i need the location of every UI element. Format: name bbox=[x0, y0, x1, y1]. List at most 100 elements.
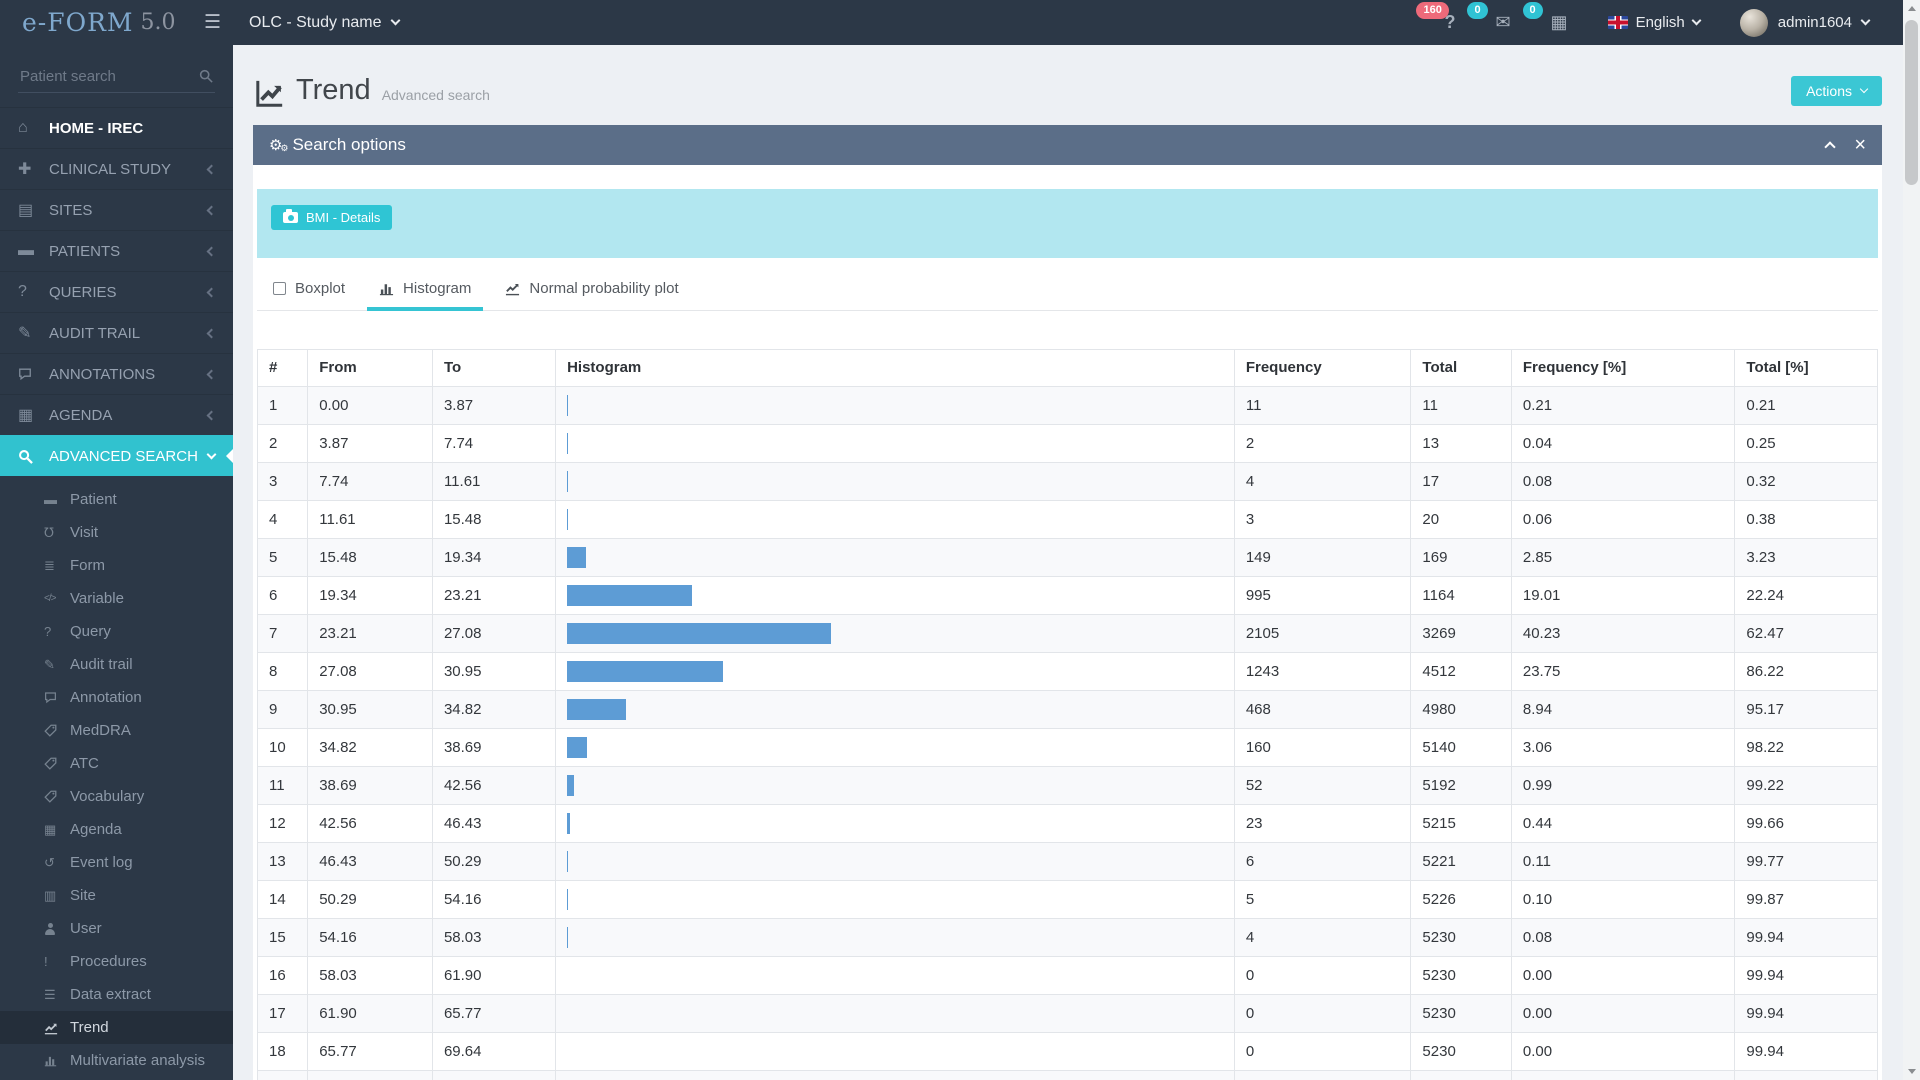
hamburger-menu-icon[interactable]: ☰ bbox=[204, 12, 221, 33]
language-selector[interactable]: English bbox=[1608, 14, 1700, 31]
sidebar-subitem-visit[interactable]: ℧Visit bbox=[0, 516, 233, 549]
table-cell: 0 bbox=[1234, 957, 1411, 995]
table-row: 1969.6473.51052300.0099.94 bbox=[258, 1071, 1878, 1080]
sidebar-subitem-annotation[interactable]: Annotation bbox=[0, 681, 233, 714]
table-cell: 1 bbox=[258, 387, 308, 425]
sidebar-subitem-label: User bbox=[70, 920, 102, 937]
histogram-bar-cell bbox=[556, 729, 1235, 767]
patient-search-input[interactable] bbox=[18, 61, 215, 93]
gears-icon: ⚙⚙ bbox=[269, 138, 282, 153]
table-row: 23.877.742130.040.25 bbox=[258, 425, 1878, 463]
multivariate-icon bbox=[44, 1054, 57, 1067]
table-cell: 12 bbox=[258, 805, 308, 843]
sidebar-subitem-user[interactable]: User bbox=[0, 912, 233, 945]
table-cell: 149 bbox=[1234, 539, 1411, 577]
calendar-badge: 0 bbox=[1523, 2, 1543, 19]
sidebar-item-agenda[interactable]: ▦AGENDA bbox=[0, 394, 233, 435]
sidebar-subitem-query[interactable]: ?Query bbox=[0, 615, 233, 648]
table-cell: 13 bbox=[258, 843, 308, 881]
trend-icon bbox=[44, 1021, 58, 1035]
histogram-bar bbox=[567, 927, 568, 948]
sidebar-subitem-multivariate-analysis[interactable]: Multivariate analysis bbox=[0, 1044, 233, 1077]
sidebar-subitem-label: Annotation bbox=[70, 689, 142, 706]
scroll-down-button[interactable] bbox=[1903, 1063, 1920, 1080]
sidebar-subitem-agenda[interactable]: ▦Agenda bbox=[0, 813, 233, 846]
sidebar-item-audit-trail[interactable]: ✎AUDIT TRAIL bbox=[0, 312, 233, 353]
sidebar-subitem-atc[interactable]: ATC bbox=[0, 747, 233, 780]
study-selector[interactable]: OLC - Study name bbox=[249, 14, 399, 32]
chevron-left-icon bbox=[207, 410, 217, 420]
sidebar-subitem-procedures[interactable]: !Procedures bbox=[0, 945, 233, 978]
sidebar-subitem-label: Patient bbox=[70, 491, 117, 508]
tab-normal-probability-plot[interactable]: Normal probability plot bbox=[493, 270, 690, 310]
sidebar-item-sites[interactable]: ▤SITES bbox=[0, 189, 233, 230]
sidebar-item-annotations[interactable]: ANNOTATIONS bbox=[0, 353, 233, 394]
help-icon[interactable]: ? 160 bbox=[1444, 12, 1455, 33]
sidebar-item-patients[interactable]: ▬PATIENTS bbox=[0, 230, 233, 271]
triangle-up-icon bbox=[1908, 6, 1916, 11]
table-cell: 5 bbox=[258, 539, 308, 577]
histogram-bar-cell bbox=[556, 539, 1235, 577]
collapse-panel-icon[interactable] bbox=[1825, 141, 1836, 152]
calendar-icon[interactable]: ▦ 0 bbox=[1551, 12, 1568, 33]
table-cell: 62.47 bbox=[1735, 615, 1878, 653]
sidebar-subitem-patient[interactable]: ▬Patient bbox=[0, 483, 233, 516]
sidebar-subitem-site[interactable]: ▥Site bbox=[0, 879, 233, 912]
sidebar-subitem-data-extract[interactable]: ☰Data extract bbox=[0, 978, 233, 1011]
sidebar-item-label: ANNOTATIONS bbox=[49, 366, 155, 383]
sidebar-subitem-label: Vocabulary bbox=[70, 788, 144, 805]
histogram-bar-cell bbox=[556, 995, 1235, 1033]
scroll-up-button[interactable] bbox=[1903, 0, 1920, 17]
visit-icon: ℧ bbox=[44, 525, 54, 541]
sidebar-subitem-vocabulary[interactable]: Vocabulary bbox=[0, 780, 233, 813]
sidebar-subitem-audit-trail[interactable]: ✎ Audit trail bbox=[0, 648, 233, 681]
variable-banner: BMI - Details bbox=[257, 189, 1878, 258]
table-cell: 0.00 bbox=[1511, 995, 1735, 1033]
table-cell: 11 bbox=[258, 767, 308, 805]
scrollbar-thumb[interactable] bbox=[1905, 20, 1918, 185]
username-label: admin1604 bbox=[1778, 14, 1852, 31]
variable-icon: </> bbox=[44, 593, 55, 604]
variable-button[interactable]: BMI - Details bbox=[271, 205, 392, 230]
table-cell: 3.87 bbox=[308, 425, 433, 463]
table-cell: 7 bbox=[258, 615, 308, 653]
patient-search bbox=[18, 61, 215, 93]
table-cell: 99.66 bbox=[1735, 805, 1878, 843]
sidebar-subitem-variable[interactable]: </>Variable bbox=[0, 582, 233, 615]
sidebar-item-queries[interactable]: ?QUERIES bbox=[0, 271, 233, 312]
close-panel-icon[interactable]: × bbox=[1854, 136, 1866, 154]
table-cell: 61.90 bbox=[432, 957, 555, 995]
sidebar-subitem-label: Audit trail bbox=[70, 656, 133, 673]
search-options-header: ⚙⚙ Search options × bbox=[253, 125, 1882, 165]
sites-icon: ▤ bbox=[18, 200, 33, 220]
sidebar-subitem-form[interactable]: ≣Form bbox=[0, 549, 233, 582]
user-menu[interactable]: admin1604 bbox=[1740, 9, 1869, 37]
table-cell: 99.94 bbox=[1735, 1033, 1878, 1071]
table-row: 827.0830.951243451223.7586.22 bbox=[258, 653, 1878, 691]
sidebar-item-advanced-search[interactable]: ADVANCED SEARCH bbox=[0, 435, 233, 476]
mail-icon[interactable]: ✉ 0 bbox=[1495, 12, 1510, 33]
table-row: 1658.0361.90052300.0099.94 bbox=[258, 957, 1878, 995]
table-cell: 0.38 bbox=[1735, 501, 1878, 539]
table-cell: 27.08 bbox=[308, 653, 433, 691]
sidebar-subitem-label: Site bbox=[70, 887, 96, 904]
column-header-to: To bbox=[432, 350, 555, 387]
table-cell: 0.32 bbox=[1735, 463, 1878, 501]
table-cell: 11 bbox=[1234, 387, 1411, 425]
audit-trail-icon: ✎ bbox=[44, 657, 55, 673]
tab-boxplot[interactable]: Boxplot bbox=[261, 270, 357, 310]
table-cell: 11.61 bbox=[308, 501, 433, 539]
sidebar-subitem-event-log[interactable]: ↺Event log bbox=[0, 846, 233, 879]
table-cell: 3.06 bbox=[1511, 729, 1735, 767]
sidebar-subitem-trend[interactable]: Trend bbox=[0, 1011, 233, 1044]
table-cell: 58.03 bbox=[308, 957, 433, 995]
table-row: 515.4819.341491692.853.23 bbox=[258, 539, 1878, 577]
table-cell: 0.08 bbox=[1511, 463, 1735, 501]
clinical-study-icon: ✚ bbox=[18, 159, 31, 179]
sidebar-subitem-meddra[interactable]: MedDRA bbox=[0, 714, 233, 747]
actions-button[interactable]: Actions bbox=[1791, 76, 1882, 106]
tab-histogram[interactable]: Histogram bbox=[367, 270, 483, 310]
chart-tabs: BoxplotHistogramNormal probability plot bbox=[257, 270, 1878, 311]
sidebar-item-clinical-study[interactable]: ✚CLINICAL STUDY bbox=[0, 148, 233, 189]
sidebar-item-home-irec[interactable]: ⌂HOME - IREC bbox=[0, 107, 233, 148]
